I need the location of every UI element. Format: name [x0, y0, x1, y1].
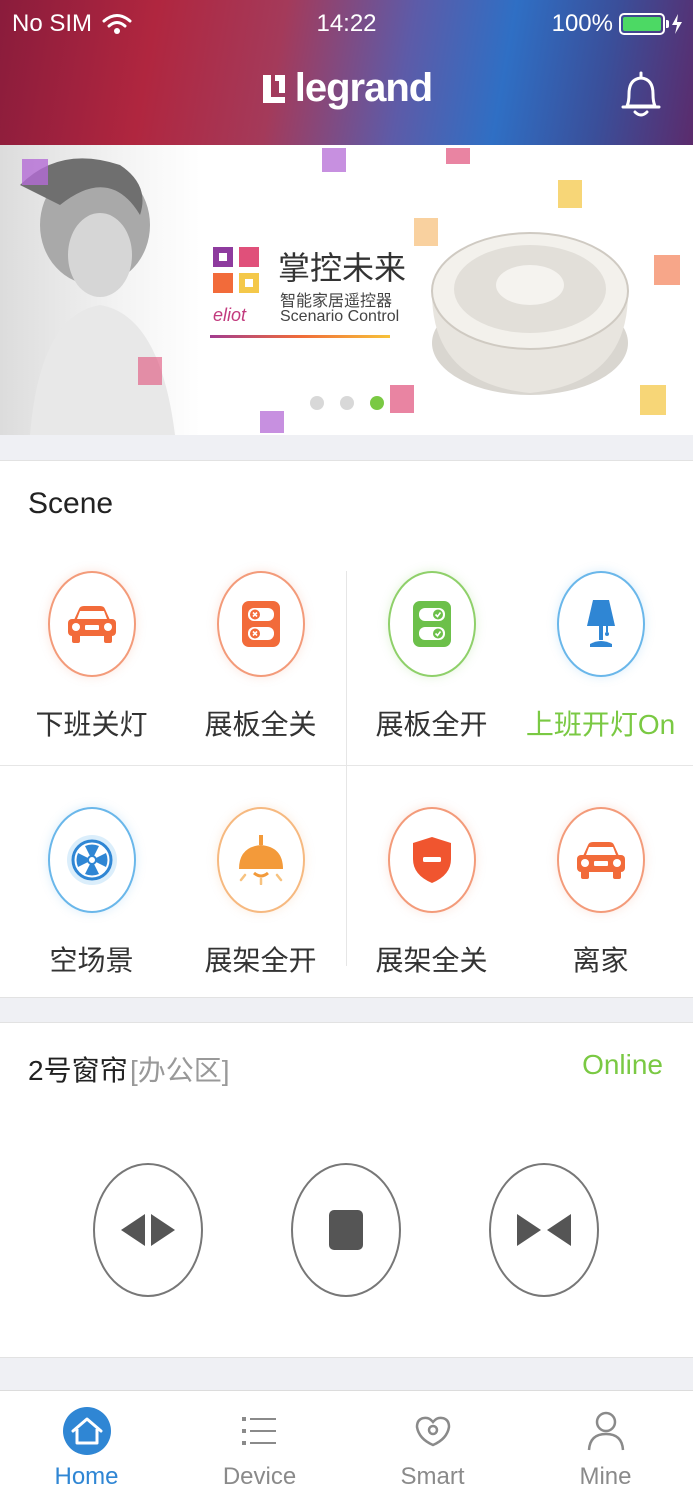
person-icon	[587, 1411, 624, 1451]
scene-item-racks-on[interactable]: 展架全开	[174, 797, 347, 1002]
scene-icon-wrap[interactable]	[216, 807, 305, 913]
scene-item-panels-off[interactable]: 展板全关	[174, 561, 347, 766]
banner-color-rule	[210, 335, 390, 338]
lamp-icon	[586, 600, 615, 647]
home-icon	[62, 1407, 111, 1455]
switch-panel-on-icon	[412, 601, 451, 647]
scene-label: 展架全关	[375, 945, 488, 976]
tab-icon-wrap	[581, 1405, 631, 1457]
curtain-device-card: 2号窗帘 [办公区] Online	[0, 1022, 693, 1358]
scene-item-off-work-lights[interactable]: 下班关灯	[5, 561, 178, 766]
banner-page-indicator[interactable]	[310, 396, 384, 410]
scene-item-panels-on[interactable]: 展板全开	[345, 561, 518, 766]
battery-icon	[619, 13, 669, 35]
page-dot[interactable]	[310, 396, 324, 410]
scene-item-leave-home[interactable]: 离家	[514, 797, 687, 1002]
scene-icon-wrap[interactable]	[387, 571, 476, 677]
tab-home[interactable]: Home	[0, 1391, 173, 1500]
page-dot[interactable]	[340, 396, 354, 410]
brand-name: legrand	[294, 66, 433, 110]
device-area: [办公区]	[130, 1055, 230, 1086]
scene-icon-wrap[interactable]	[556, 807, 645, 913]
scene-item-racks-off[interactable]: 展架全关	[345, 797, 518, 1002]
scene-card: Scene 下班关灯 展板全关 展板全开 上班开灯On 空场景 展架全开 展架全…	[0, 460, 693, 998]
list-icon	[241, 1417, 276, 1445]
scene-label: 展架全开	[204, 945, 317, 976]
tab-smart[interactable]: Smart	[346, 1391, 519, 1500]
scene-icon-wrap[interactable]	[387, 807, 476, 913]
brand-logo: legrand	[0, 66, 693, 111]
tab-mine[interactable]: Mine	[519, 1391, 692, 1500]
tab-label: Device	[222, 1463, 297, 1490]
qr-logo-icon	[213, 247, 259, 293]
battery-percent: 100%	[551, 10, 613, 37]
curtain-close-button[interactable]	[489, 1163, 599, 1297]
switch-panel-off-icon	[241, 601, 280, 647]
curtain-stop-button[interactable]	[291, 1163, 401, 1297]
scene-icon-wrap[interactable]	[216, 571, 305, 677]
fan-icon	[66, 835, 117, 885]
notification-bell-icon[interactable]	[619, 70, 663, 120]
banner-title: 掌控未来	[278, 250, 407, 286]
scene-grid: 下班关灯 展板全关 展板全开 上班开灯On 空场景 展架全开 展架全关 离家	[0, 561, 693, 997]
scene-icon-wrap[interactable]	[47, 807, 136, 913]
page-dot-active[interactable]	[370, 396, 384, 410]
bottom-tab-bar: Home Device Smart Mine	[0, 1390, 693, 1500]
tab-label: Home	[54, 1463, 119, 1490]
curtain-open-button[interactable]	[93, 1163, 203, 1297]
device-name: 2号窗帘	[28, 1055, 128, 1086]
eliot-brand: eliot	[213, 305, 247, 325]
scene-label: 离家	[572, 945, 629, 976]
status-bar: No SIM 14:22 100%	[0, 0, 693, 48]
scene-icon-wrap[interactable]	[47, 571, 136, 677]
device-status: Online	[582, 1049, 663, 1080]
scene-label: 下班关灯	[35, 709, 148, 740]
shield-icon	[412, 837, 451, 883]
scene-icon-wrap[interactable]	[556, 571, 645, 677]
scene-label: 展板全开	[375, 709, 488, 740]
car-icon	[67, 606, 116, 643]
app-screen: No SIM 14:22 100% legrand eliot 掌控未来 智能家…	[0, 0, 693, 1500]
tab-device[interactable]: Device	[173, 1391, 346, 1500]
close-icon	[517, 1214, 571, 1246]
tab-icon-wrap	[62, 1405, 112, 1457]
scene-label: 展板全关	[204, 709, 317, 740]
banner-subtitle-en: Scenario Control	[280, 308, 400, 325]
promo-banner[interactable]: eliot 掌控未来 智能家居遥控器 Scenario Control	[0, 145, 693, 435]
remote-controller-image	[431, 232, 629, 395]
tab-label: Mine	[579, 1463, 632, 1490]
scene-item-work-lights-on[interactable]: 上班开灯On	[514, 561, 687, 766]
smart-icon	[415, 1416, 450, 1447]
tab-label: Smart	[400, 1463, 465, 1490]
scene-title: Scene	[28, 487, 114, 520]
scene-label-active: 上班开灯On	[525, 709, 676, 740]
header: No SIM 14:22 100% legrand	[0, 0, 693, 145]
car-icon	[576, 842, 625, 879]
legrand-logo-icon	[262, 74, 285, 103]
tab-icon-wrap	[408, 1405, 458, 1457]
ceiling-light-icon	[238, 835, 283, 885]
tab-icon-wrap	[235, 1405, 285, 1457]
status-right: 100%	[552, 10, 683, 38]
open-icon	[121, 1214, 175, 1246]
scene-item-empty[interactable]: 空场景	[5, 797, 178, 1002]
stop-icon	[329, 1210, 363, 1250]
scene-label: 空场景	[49, 945, 134, 976]
charging-icon	[672, 14, 682, 34]
